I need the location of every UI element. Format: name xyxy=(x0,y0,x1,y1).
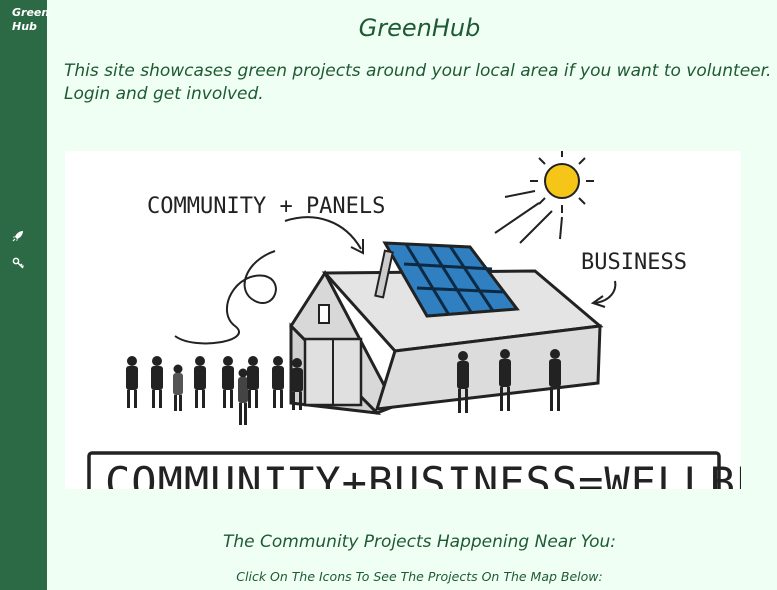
brand-word-1: Green xyxy=(12,6,50,19)
hero-illustration: COMMUNITY + PANELS BUSINESS COMMUNITY+BU… xyxy=(65,151,741,489)
sun-icon xyxy=(494,151,594,244)
illustration-label-left: COMMUNITY + PANELS xyxy=(147,194,385,219)
brand-logo[interactable]: Green Hub xyxy=(12,6,49,34)
brand-word-2: Hub xyxy=(12,20,37,33)
page-title: GreenHub xyxy=(358,14,481,42)
community-people xyxy=(126,356,303,425)
key-icon[interactable] xyxy=(11,256,25,270)
projects-heading: The Community Projects Happening Near Yo… xyxy=(222,532,617,552)
banner: COMMUNITY+BUSINESS=WELLBEING xyxy=(87,451,741,489)
intro-text: This site showcases green projects aroun… xyxy=(64,61,772,104)
banner-text: COMMUNITY+BUSINESS=WELLBEING xyxy=(105,458,741,489)
arrow-left xyxy=(284,216,362,250)
rocket-icon[interactable] xyxy=(11,229,25,243)
main-content: GreenHub This site showcases green proje… xyxy=(47,0,777,590)
projects-instruction: Click On The Icons To See The Projects O… xyxy=(236,569,603,584)
sidebar: Green Hub xyxy=(0,0,49,590)
squiggle-line xyxy=(174,250,277,345)
illustration-label-right: BUSINESS xyxy=(581,250,687,275)
